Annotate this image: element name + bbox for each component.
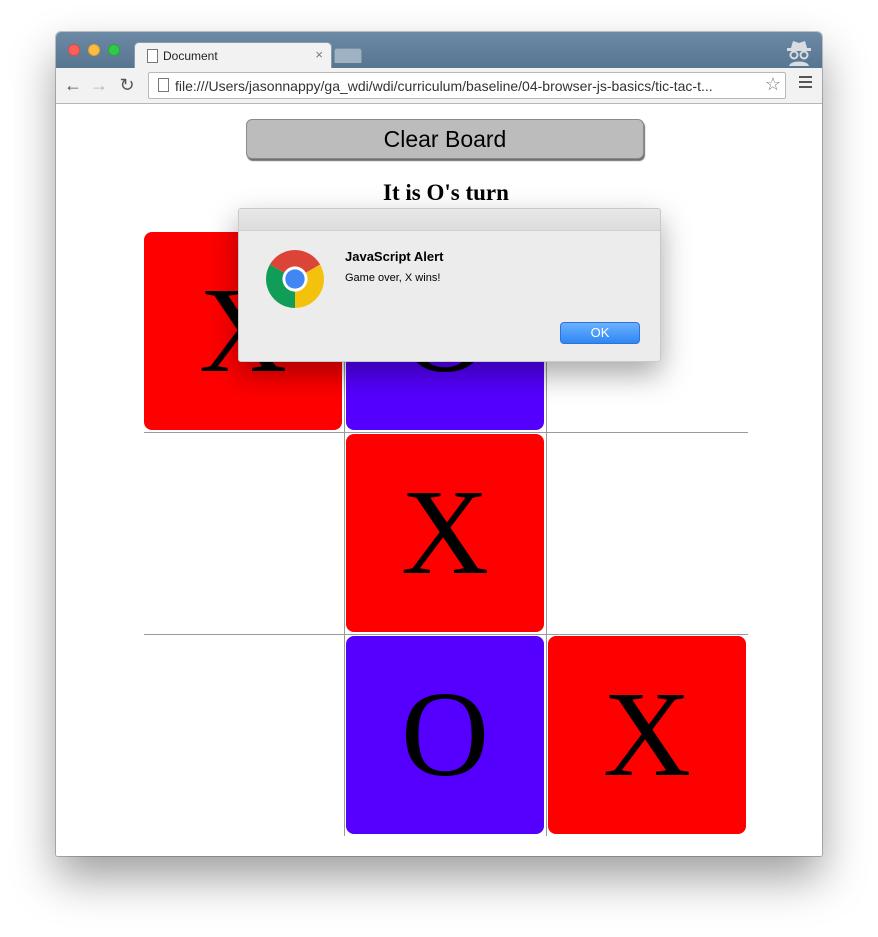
close-window-button[interactable] <box>68 44 80 56</box>
minimize-window-button[interactable] <box>88 44 100 56</box>
alert-message: Game over, X wins! <box>345 272 441 284</box>
tab-close-icon[interactable]: × <box>315 47 323 62</box>
chrome-logo-icon <box>266 250 324 308</box>
url-text[interactable]: file:///Users/jasonnappy/ga_wdi/wdi/curr… <box>175 78 759 94</box>
reload-button[interactable]: ↻ <box>117 75 137 95</box>
browser-toolbar: ← → ↻ file:///Users/jasonnappy/ga_wdi/wd… <box>56 68 822 104</box>
maximize-window-button[interactable] <box>108 44 120 56</box>
title-bar: Document × <box>56 32 822 69</box>
menu-icon[interactable] <box>799 76 812 90</box>
browser-tab[interactable]: Document × <box>134 42 332 69</box>
turn-heading: It is O's turn <box>383 180 509 205</box>
grid-divider <box>144 432 748 433</box>
back-button[interactable]: ← <box>63 75 83 95</box>
board-cell[interactable]: X <box>346 434 544 632</box>
page-icon <box>158 78 169 92</box>
page-content: Clear Board It is O's turn X O X O X <box>56 104 822 856</box>
board-cell[interactable] <box>144 434 342 632</box>
bookmark-star-icon[interactable]: ☆ <box>765 74 781 95</box>
tab-title: Document <box>163 49 218 63</box>
dialog-header <box>239 209 660 231</box>
javascript-alert-dialog: JavaScript Alert Game over, X wins! OK <box>238 208 661 362</box>
incognito-icon <box>787 41 811 66</box>
board-cell[interactable]: X <box>548 636 746 834</box>
alert-ok-button[interactable]: OK <box>560 322 640 344</box>
clear-board-button[interactable]: Clear Board <box>246 119 644 159</box>
board-cell[interactable]: O <box>346 636 544 834</box>
board-cell[interactable] <box>144 636 342 834</box>
browser-window: Document × ← → ↻ file:///Users/jasonnapp… <box>56 32 822 856</box>
new-tab-button[interactable] <box>334 48 362 63</box>
grid-divider <box>144 634 748 635</box>
forward-button[interactable]: → <box>89 75 109 95</box>
address-bar[interactable]: file:///Users/jasonnappy/ga_wdi/wdi/curr… <box>148 72 786 99</box>
board-cell[interactable] <box>548 434 746 632</box>
document-icon <box>147 49 158 63</box>
alert-title: JavaScript Alert <box>345 249 444 264</box>
